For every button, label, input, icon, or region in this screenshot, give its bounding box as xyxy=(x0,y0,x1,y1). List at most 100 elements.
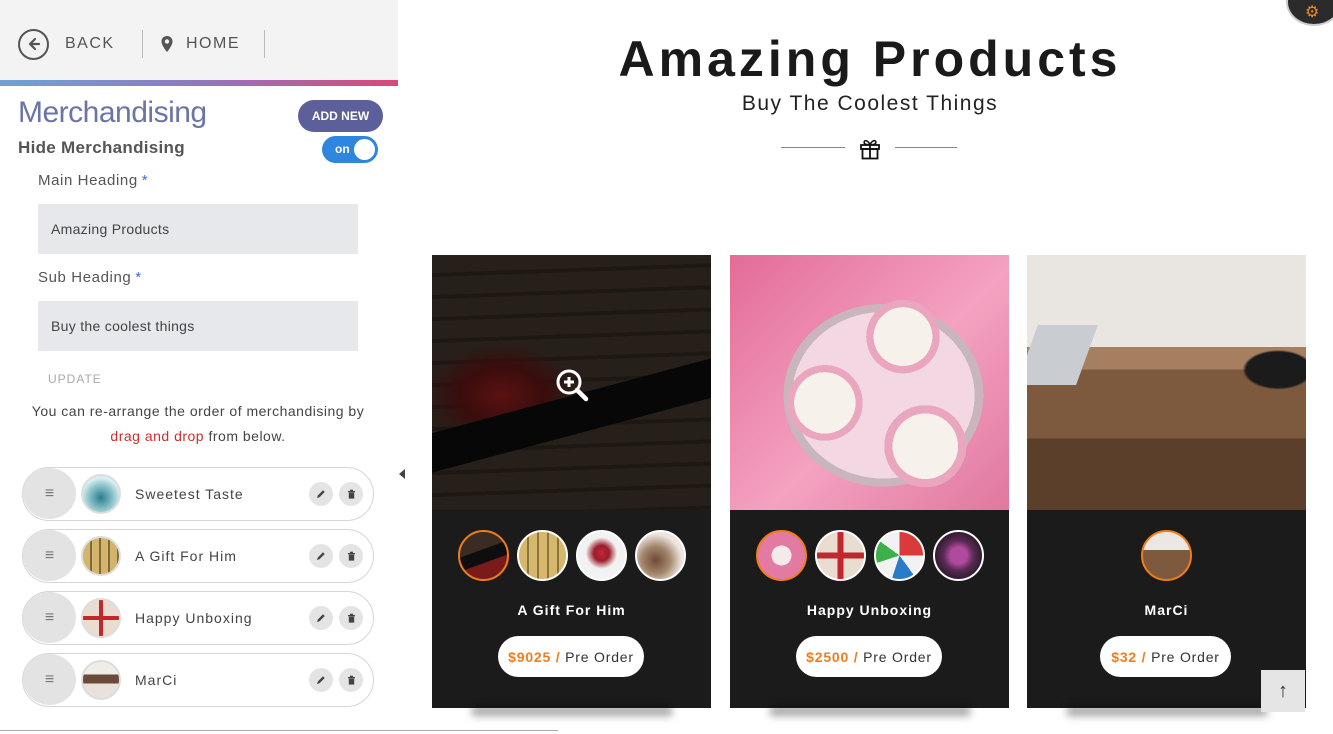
pencil-icon xyxy=(317,490,325,498)
reorder-instructions: You can re-arrange the order of merchand… xyxy=(31,403,365,444)
drag-handle-icon[interactable]: ≡ xyxy=(23,654,76,705)
header-accent-line xyxy=(0,80,398,86)
product-price: $32 / xyxy=(1111,648,1147,665)
list-item[interactable]: ≡ Happy Unboxing xyxy=(22,591,374,645)
trash-icon xyxy=(347,675,355,685)
product-image[interactable] xyxy=(432,255,711,510)
drag-handle-icon[interactable]: ≡ xyxy=(23,592,76,643)
thumbnail[interactable] xyxy=(634,530,686,581)
nav-bar: BACK HOME xyxy=(0,0,398,80)
edit-button[interactable] xyxy=(309,606,333,630)
thumbnail[interactable] xyxy=(755,530,807,581)
toggle-state: on xyxy=(335,142,350,156)
pre-order-button[interactable]: $32 / Pre Order xyxy=(1100,636,1231,677)
thumbnail[interactable] xyxy=(1141,530,1192,581)
gear-icon: ⚙ xyxy=(1305,4,1320,21)
product-image[interactable] xyxy=(730,255,1009,510)
pencil-icon xyxy=(317,552,325,560)
list-item[interactable]: ≡ Sweetest Taste xyxy=(22,467,374,521)
pre-order-button[interactable]: $9025 / Pre Order xyxy=(498,636,644,677)
sub-heading-input[interactable] xyxy=(38,301,358,351)
delete-button[interactable] xyxy=(339,544,363,568)
list-item[interactable]: ≡ MarCi xyxy=(22,653,374,707)
list-item-label: MarCi xyxy=(135,672,178,688)
list-item-label: A Gift For Him xyxy=(135,548,237,564)
zoom-in-icon[interactable] xyxy=(554,367,590,403)
product-card[interactable]: MarCi $32 / Pre Order xyxy=(1027,255,1306,708)
panel-bottom-divider xyxy=(0,730,558,731)
update-button[interactable]: UPDATE xyxy=(48,372,102,386)
back-label: BACK xyxy=(65,35,115,52)
required-mark: * xyxy=(141,172,149,189)
back-button[interactable]: BACK xyxy=(18,28,115,60)
back-arrow-icon xyxy=(18,28,49,60)
scroll-to-top-button[interactable]: ↑ xyxy=(1261,670,1305,712)
sub-heading-label: Sub Heading * xyxy=(38,269,142,286)
product-card[interactable]: Happy Unboxing $2500 / Pre Order xyxy=(730,255,1009,708)
page-subtitle: Buy The Coolest Things xyxy=(741,92,999,115)
item-thumbnail xyxy=(81,660,121,700)
card-shadow xyxy=(1067,706,1267,716)
collapse-panel-icon[interactable] xyxy=(399,469,405,479)
image-thumbnails xyxy=(432,530,711,581)
thumbnail[interactable] xyxy=(932,530,984,581)
item-thumbnail xyxy=(81,598,121,638)
thumbnail[interactable] xyxy=(814,530,866,581)
delete-button[interactable] xyxy=(339,482,363,506)
arrow-up-icon: ↑ xyxy=(1278,679,1288,702)
title-divider xyxy=(895,147,957,148)
nav-divider xyxy=(142,30,143,58)
title-divider xyxy=(781,147,845,148)
main-heading-label: Main Heading * xyxy=(38,172,149,189)
trash-icon xyxy=(347,489,355,499)
merchandising-panel: BACK HOME Merchandising ADD NEW Hide Mer… xyxy=(0,0,398,734)
thumbnail[interactable] xyxy=(575,530,627,581)
product-card[interactable]: A Gift For Him $9025 / Pre Order xyxy=(432,255,711,708)
thumbnail[interactable] xyxy=(457,530,509,581)
product-name: A Gift For Him xyxy=(517,602,626,618)
product-image[interactable] xyxy=(1027,255,1306,510)
edit-button[interactable] xyxy=(309,668,333,692)
nav-divider xyxy=(264,30,265,58)
gift-icon xyxy=(860,139,880,160)
product-name: MarCi xyxy=(1144,602,1189,618)
delete-button[interactable] xyxy=(339,668,363,692)
product-name: Happy Unboxing xyxy=(806,602,933,618)
list-item-label: Sweetest Taste xyxy=(135,486,244,502)
image-thumbnails xyxy=(1027,530,1306,581)
settings-button[interactable]: ⚙ xyxy=(1286,0,1333,26)
list-item[interactable]: ≡ A Gift For Him xyxy=(22,529,374,583)
edit-button[interactable] xyxy=(309,482,333,506)
hide-merchandising-label: Hide Merchandising xyxy=(18,138,185,157)
card-shadow xyxy=(472,706,672,716)
item-thumbnail xyxy=(81,474,121,514)
delete-button[interactable] xyxy=(339,606,363,630)
hide-merchandising-toggle[interactable]: on xyxy=(322,136,378,163)
main-heading-input[interactable] xyxy=(38,204,358,254)
product-price: $9025 / xyxy=(508,648,561,665)
drag-handle-icon[interactable]: ≡ xyxy=(23,468,76,519)
thumbnail[interactable] xyxy=(873,530,925,581)
add-new-button[interactable]: ADD NEW xyxy=(298,100,383,132)
thumbnail[interactable] xyxy=(516,530,568,581)
item-thumbnail xyxy=(81,536,121,576)
required-mark: * xyxy=(135,269,142,286)
drag-handle-icon[interactable]: ≡ xyxy=(23,530,76,581)
product-price: $2500 / xyxy=(806,648,859,665)
image-thumbnails xyxy=(730,530,1009,581)
location-pin-icon xyxy=(161,36,173,52)
trash-icon xyxy=(347,613,355,623)
pencil-icon xyxy=(317,614,325,622)
edit-button[interactable] xyxy=(309,544,333,568)
drag-and-drop-text: drag and drop xyxy=(110,428,205,444)
trash-icon xyxy=(347,551,355,561)
home-button[interactable]: HOME xyxy=(160,28,240,60)
pencil-icon xyxy=(317,676,325,684)
pre-order-button[interactable]: $2500 / Pre Order xyxy=(796,636,942,677)
panel-title: Merchandising xyxy=(18,96,207,129)
page-title: Amazing Products xyxy=(618,31,1122,87)
toggle-knob xyxy=(354,139,375,160)
list-item-label: Happy Unboxing xyxy=(135,610,253,626)
card-shadow xyxy=(770,706,970,716)
home-label: HOME xyxy=(186,35,240,52)
